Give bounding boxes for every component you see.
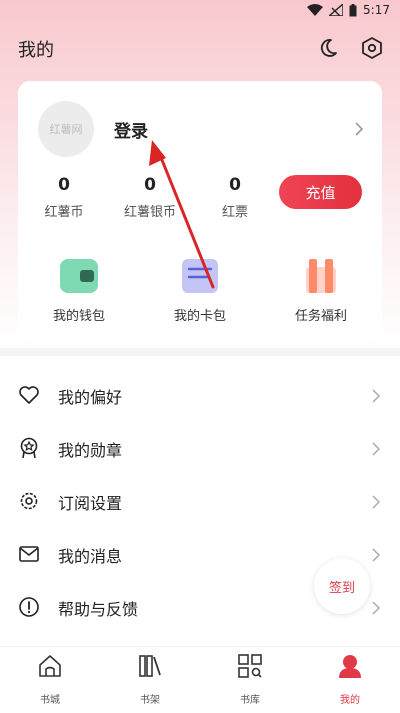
moon-icon[interactable] — [316, 36, 340, 60]
bookshelf-icon — [139, 655, 161, 677]
nav-item-label: 书城 — [40, 695, 60, 706]
menu-item-label: 我的偏好 — [58, 388, 123, 407]
profile-card: 红薯网 登录 0 红薯币 0 红薯银币 0 红票 充值 我的钱包 我的卡包 任务… — [18, 81, 382, 339]
mail-icon — [19, 546, 39, 562]
chevron-right-icon[interactable] — [354, 121, 364, 137]
quick-action-card-pack[interactable]: 我的卡包 — [145, 257, 255, 324]
stat-value: 0 — [58, 175, 70, 195]
chevron-right-icon — [372, 601, 380, 615]
quick-action-label: 任务福利 — [294, 309, 347, 324]
gear-icon — [20, 492, 38, 510]
quick-action-task-welfare[interactable]: 任务福利 — [266, 257, 376, 324]
card-pack-icon — [182, 259, 218, 293]
status-bar: 5:17 — [0, 0, 400, 24]
stat-label: 红薯银币 — [123, 205, 176, 220]
stat-label: 红薯币 — [44, 205, 84, 220]
menu-item-label: 我的消息 — [58, 547, 123, 566]
hexagon-settings-icon[interactable] — [360, 36, 384, 60]
bottom-nav: 书城 书架 书库 我的 — [0, 646, 400, 713]
quick-action-label: 我的钱包 — [52, 309, 105, 324]
medal-icon — [20, 437, 38, 459]
menu-item-medals[interactable]: 我的勋章 — [0, 422, 400, 475]
stat-value: 0 — [144, 175, 156, 195]
stat-label: 红票 — [221, 205, 248, 220]
stat-hongshu-coin[interactable]: 0 红薯币 — [24, 175, 104, 220]
login-link[interactable]: 登录 — [114, 117, 148, 142]
chevron-right-icon — [372, 548, 380, 562]
profile-icon — [339, 655, 361, 678]
nav-item-bookshelf[interactable]: 书架 — [100, 653, 200, 706]
chevron-right-icon — [372, 442, 380, 456]
avatar-placeholder-text: 红薯网 — [49, 123, 83, 136]
avatar[interactable]: 红薯网 — [38, 101, 94, 157]
stat-value: 0 — [229, 175, 241, 195]
quick-action-wallet[interactable]: 我的钱包 — [24, 257, 134, 324]
nav-item-mine[interactable]: 我的 — [300, 653, 400, 706]
page-title: 我的 — [18, 40, 54, 61]
gift-icon — [306, 259, 336, 293]
stat-red-ticket[interactable]: 0 红票 — [195, 175, 275, 220]
chevron-right-icon — [372, 495, 380, 509]
chevron-right-icon — [372, 389, 380, 403]
menu-item-subscription-settings[interactable]: 订阅设置 — [0, 475, 400, 528]
library-grid-icon — [238, 654, 262, 678]
status-time: 5:17 — [363, 3, 390, 17]
heart-icon — [19, 386, 39, 404]
menu-item-label: 帮助与反馈 — [58, 600, 139, 619]
help-icon — [19, 597, 39, 617]
signin-button[interactable]: 签到 — [314, 558, 370, 614]
stat-hongshu-silver-coin[interactable]: 0 红薯银币 — [110, 175, 190, 220]
nav-item-label: 书库 — [240, 695, 260, 706]
menu-item-label: 我的勋章 — [58, 441, 123, 460]
battery-icon — [349, 3, 357, 16]
home-icon — [39, 655, 61, 677]
no-signal-icon — [329, 4, 344, 16]
menu-item-label: 订阅设置 — [58, 494, 123, 513]
quick-action-label: 我的卡包 — [173, 309, 226, 324]
nav-item-bookstore[interactable]: 书城 — [0, 653, 100, 706]
menu-item-preferences[interactable]: 我的偏好 — [0, 369, 400, 422]
wifi-icon — [307, 4, 324, 16]
recharge-button[interactable]: 充值 — [279, 175, 362, 209]
wallet-icon — [60, 259, 98, 293]
nav-item-label: 我的 — [340, 695, 360, 706]
nav-item-library[interactable]: 书库 — [200, 653, 300, 706]
page-header: 我的 — [0, 28, 400, 68]
section-divider — [0, 348, 400, 356]
nav-item-label: 书架 — [140, 695, 160, 706]
